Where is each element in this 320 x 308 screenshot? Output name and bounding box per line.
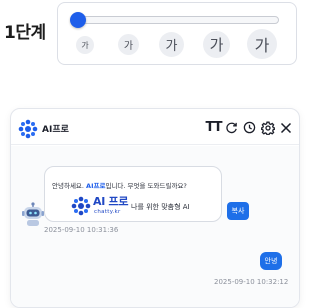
chat-messages: 안녕하세요. AI프로입니다. 무엇을 도와드릴까요? AI 프로 chatty… (11, 146, 299, 307)
promo-logo-icon (71, 196, 91, 216)
brand-logo-icon (18, 119, 38, 139)
bot-avatar-icon (22, 202, 44, 226)
history-icon[interactable] (242, 120, 257, 135)
font-size-panel: 가 가 가 가 가 (57, 2, 297, 65)
font-size-slider-track[interactable] (76, 16, 279, 24)
bot-message-bubble: 안녕하세요. AI프로입니다. 무엇을 도와드릴까요? AI 프로 chatty… (44, 166, 222, 222)
font-size-option-3[interactable]: 가 (159, 32, 184, 57)
close-icon[interactable] (278, 120, 293, 135)
header-toolbar: TT (205, 120, 293, 135)
step-label: 1단계 (4, 23, 46, 43)
promo-title: AI 프로 (93, 195, 129, 208)
chat-window: AI프로 TT 안녕하세요. AI프로입니다. 무엇을 도와드릴까요? AI 프… (10, 108, 300, 308)
font-size-option-4[interactable]: 가 (203, 31, 230, 58)
chat-header: AI프로 TT (11, 109, 299, 145)
font-size-slider-thumb[interactable] (70, 12, 86, 28)
font-size-option-2[interactable]: 가 (118, 34, 139, 55)
bot-message-timestamp: 2025-09-10 10:31:36 (44, 226, 119, 234)
text-size-icon[interactable]: TT (205, 120, 222, 135)
font-size-option-5[interactable]: 가 (247, 29, 277, 59)
font-size-option-1[interactable]: 가 (76, 36, 94, 54)
promo-domain: chatty.kr (94, 209, 121, 215)
settings-icon[interactable] (260, 120, 275, 135)
user-message-bubble: 안녕 (260, 252, 282, 270)
promo-slogan: 나를 위한 맞춤형 AI (131, 203, 190, 211)
greeting-text: 안녕하세요. AI프로입니다. 무엇을 도와드릴까요? (52, 182, 187, 190)
refresh-icon[interactable] (224, 120, 239, 135)
copy-button[interactable]: 복사 (227, 202, 249, 220)
chat-brand-name: AI프로 (42, 125, 69, 135)
user-message-timestamp: 2025-09-10 10:32:12 (214, 278, 289, 286)
